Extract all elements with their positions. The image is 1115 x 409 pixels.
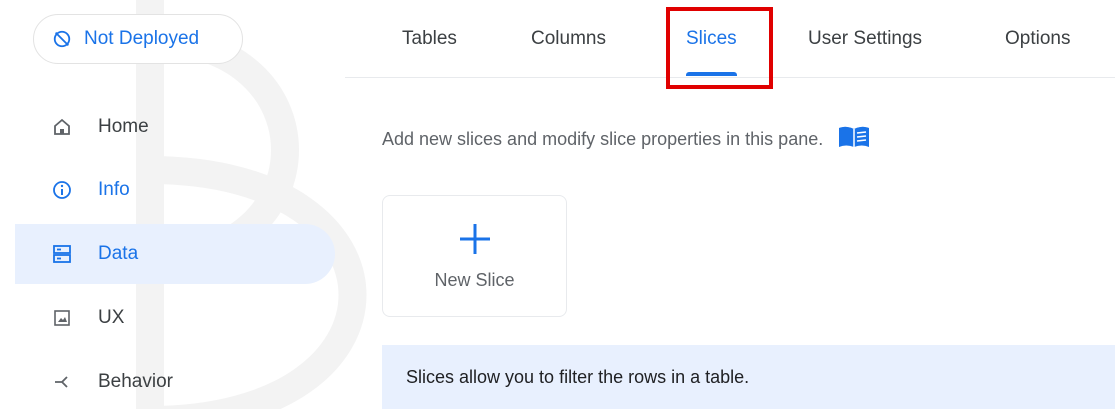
data-icon (52, 244, 72, 264)
tab-options[interactable]: Options (1005, 0, 1070, 78)
plus-icon (458, 222, 492, 262)
sidebar-item-data[interactable]: Data (15, 224, 335, 284)
new-slice-label: New Slice (434, 269, 515, 290)
not-deployed-icon (52, 29, 72, 49)
sidebar-item-behavior[interactable]: Behavior (15, 352, 335, 409)
book-icon[interactable] (837, 125, 871, 154)
sidebar-item-info[interactable]: Info (15, 160, 335, 220)
sidebar-item-home[interactable]: Home (15, 97, 335, 157)
home-icon (52, 117, 72, 137)
tab-tables[interactable]: Tables (402, 0, 457, 78)
pane-description-text: Add new slices and modify slice properti… (382, 129, 824, 149)
sidebar-item-label: Behavior (98, 371, 173, 392)
new-slice-button[interactable]: New Slice (382, 195, 567, 317)
tab-user-settings[interactable]: User Settings (808, 0, 922, 78)
sidebar-item-label: UX (98, 307, 125, 328)
behavior-icon (52, 372, 72, 392)
ux-icon (52, 308, 72, 328)
sidebar-item-label: Info (98, 179, 130, 200)
sidebar: Not Deployed Home Info Data UX Behavior (0, 0, 345, 409)
highlight-box (666, 7, 773, 89)
sidebar-item-ux[interactable]: UX (15, 288, 335, 348)
sidebar-item-label: Home (98, 116, 149, 137)
info-banner-text: Slices allow you to filter the rows in a… (406, 366, 750, 387)
sidebar-item-label: Data (98, 243, 139, 264)
pane-description: Add new slices and modify slice properti… (382, 125, 871, 154)
deploy-status-button[interactable]: Not Deployed (33, 14, 243, 64)
info-icon (52, 180, 72, 200)
deploy-status-label: Not Deployed (84, 28, 200, 49)
info-banner: Slices allow you to filter the rows in a… (382, 345, 1115, 409)
tab-columns[interactable]: Columns (531, 0, 606, 78)
